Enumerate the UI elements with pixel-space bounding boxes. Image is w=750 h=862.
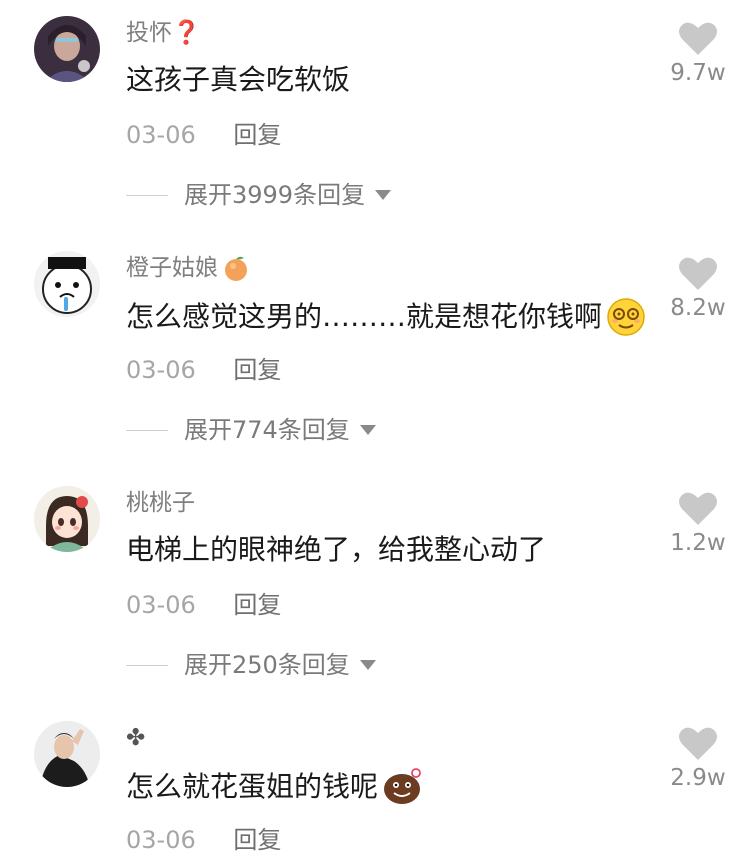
- comment-text-label: 这孩子真会吃软饭: [126, 63, 351, 96]
- caret-down-icon: [359, 660, 376, 670]
- avatar-anime-girl-icon: [34, 486, 100, 552]
- expand-replies-label: 展开3999条回复: [184, 181, 366, 209]
- username[interactable]: 投怀❓: [126, 18, 201, 48]
- expand-replies-button[interactable]: 展开774条回复: [126, 415, 376, 445]
- comment-date: 03-06: [126, 826, 196, 854]
- expand-replies-label: 展开774条回复: [184, 416, 350, 444]
- username[interactable]: ✤: [126, 723, 145, 753]
- dizzy-face-icon: [607, 298, 645, 336]
- comment-item: ✤ 怎么就花蛋姐的钱呢 03-06 回复 2.9w: [0, 705, 750, 862]
- avatar-hand-pose-icon: [34, 721, 100, 787]
- comment-text-label: 电梯上的眼神绝了，给我整心动了: [126, 533, 547, 566]
- like-button[interactable]: 1.2w: [668, 490, 728, 556]
- avatar[interactable]: [34, 251, 100, 317]
- username-label: ✤: [126, 725, 146, 751]
- like-count: 1.2w: [670, 530, 726, 556]
- comment-date: 03-06: [126, 356, 196, 384]
- comment-item: 橙子姑娘 怎么感觉这男的………就是想花你钱啊 03-06 回复 展开774条回复…: [0, 235, 750, 470]
- potato-face-icon: [384, 768, 421, 804]
- expand-replies-label: 展开250条回复: [184, 651, 350, 679]
- comment-meta: 03-06 回复: [126, 590, 281, 620]
- comment-list: 投怀❓ 这孩子真会吃软饭 03-06 回复 展开3999条回复 9.7w 橙子姑…: [0, 0, 750, 862]
- comment-date: 03-06: [126, 121, 196, 149]
- comment-text: 怎么就花蛋姐的钱呢: [126, 767, 422, 807]
- divider: [126, 664, 168, 666]
- username-label: 橙子姑娘: [126, 255, 218, 281]
- reply-button[interactable]: 回复: [233, 356, 281, 384]
- like-button[interactable]: 2.9w: [668, 725, 728, 791]
- comment-meta: 03-06 回复: [126, 120, 281, 150]
- orange-icon: [225, 256, 247, 281]
- caret-down-icon: [375, 190, 392, 200]
- avatar[interactable]: [34, 16, 100, 82]
- reply-button[interactable]: 回复: [233, 591, 281, 619]
- reply-button[interactable]: 回复: [233, 121, 281, 149]
- divider: [126, 429, 168, 431]
- comment-item: 投怀❓ 这孩子真会吃软饭 03-06 回复 展开3999条回复 9.7w: [0, 0, 750, 235]
- avatar-meme-face-icon: [34, 251, 100, 317]
- like-count: 2.9w: [670, 765, 726, 791]
- divider: [126, 194, 168, 196]
- heart-icon: [679, 22, 717, 56]
- comment-date: 03-06: [126, 591, 196, 619]
- comment-meta: 03-06 回复: [126, 355, 281, 385]
- comment-meta: 03-06 回复: [126, 825, 281, 855]
- like-button[interactable]: 8.2w: [668, 255, 728, 321]
- username-label: 投怀❓: [126, 20, 201, 46]
- heart-icon: [679, 727, 717, 760]
- username-label: 桃桃子: [126, 490, 195, 516]
- heart-icon: [679, 257, 717, 290]
- avatar[interactable]: [34, 486, 100, 552]
- comment-text: 怎么感觉这男的………就是想花你钱啊: [126, 297, 646, 337]
- like-count: 9.7w: [670, 60, 726, 86]
- like-count: 8.2w: [670, 295, 726, 321]
- username[interactable]: 橙子姑娘: [126, 253, 250, 283]
- expand-replies-button[interactable]: 展开3999条回复: [126, 180, 392, 210]
- comment-text: 电梯上的眼神绝了，给我整心动了: [126, 532, 546, 568]
- username[interactable]: 桃桃子: [126, 488, 195, 518]
- comment-item: 桃桃子 电梯上的眼神绝了，给我整心动了 03-06 回复 展开250条回复 1.…: [0, 470, 750, 705]
- avatar-dark-portrait-icon: [34, 16, 100, 82]
- expand-replies-button[interactable]: 展开250条回复: [126, 650, 376, 680]
- avatar[interactable]: [34, 721, 100, 787]
- reply-button[interactable]: 回复: [233, 826, 281, 854]
- caret-down-icon: [359, 425, 376, 435]
- comment-text-label: 怎么就花蛋姐的钱呢: [126, 770, 379, 803]
- heart-icon: [679, 492, 717, 525]
- comment-text: 这孩子真会吃软饭: [126, 62, 350, 98]
- like-button[interactable]: 9.7w: [668, 20, 728, 86]
- comment-text-label: 怎么感觉这男的………就是想花你钱啊: [126, 300, 603, 333]
